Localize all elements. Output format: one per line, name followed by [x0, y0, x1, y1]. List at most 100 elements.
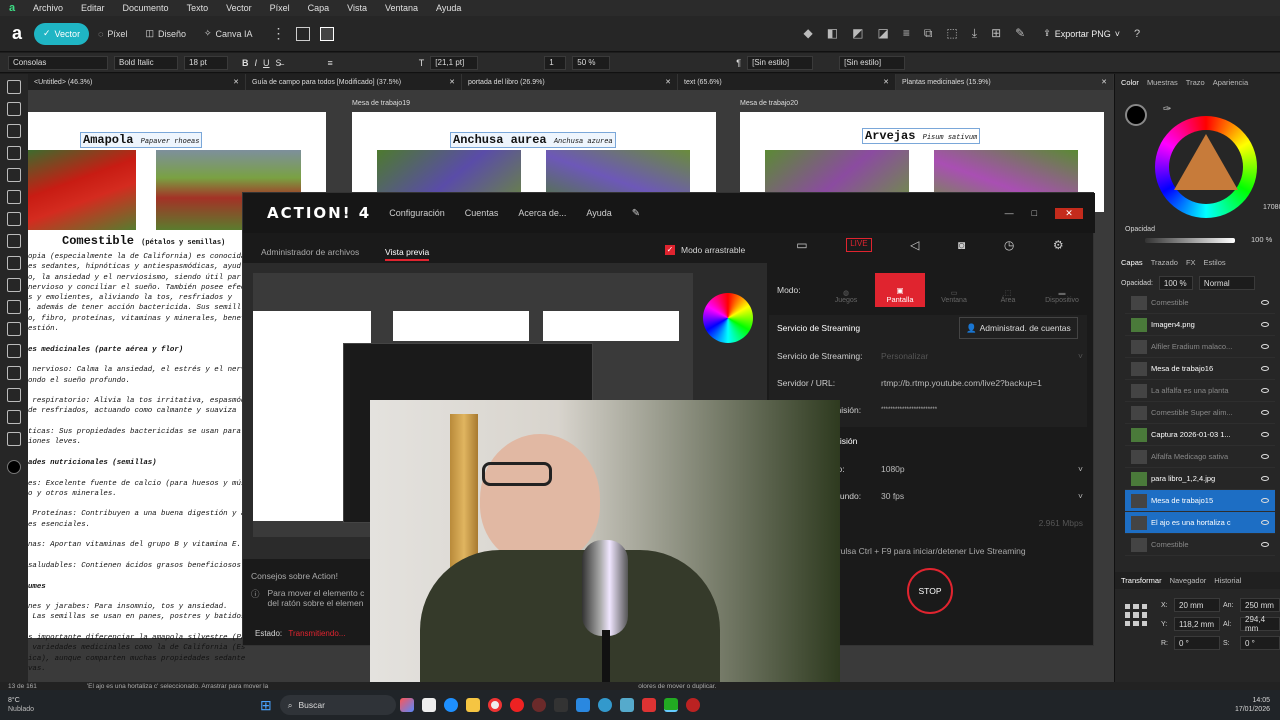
hex-value[interactable]: 170800 — [1263, 204, 1280, 211]
tab-guia[interactable]: Guía de campo para todos [Modificado] (3… — [246, 74, 462, 90]
telegram-icon[interactable] — [597, 698, 612, 712]
menu-documento[interactable]: Documento — [123, 3, 169, 13]
tab-swatches[interactable]: Muestras — [1147, 78, 1178, 87]
maximize-icon[interactable]: □ — [1032, 208, 1037, 218]
brush-icon[interactable]: ✎ — [632, 208, 640, 219]
blend-mode-field[interactable]: Normal — [1198, 276, 1255, 290]
hand-tool-icon[interactable] — [7, 388, 21, 402]
timer-icon[interactable]: ◷ — [1004, 238, 1014, 252]
menu-ventana[interactable]: Ventana — [385, 3, 418, 13]
help-icon[interactable]: ? — [1134, 28, 1140, 40]
mode-window[interactable]: ▭ Ventana — [929, 273, 979, 307]
tab-preview[interactable]: Vista previa — [385, 247, 430, 261]
font-size-field[interactable]: 18 pt — [184, 55, 228, 70]
boolean-add-icon[interactable]: ◆ — [804, 26, 813, 41]
more-icon[interactable]: ⋮ — [272, 25, 286, 42]
layer-item[interactable]: Captura 2026-01-03 1... — [1125, 424, 1275, 446]
strikethrough-icon[interactable]: S̶ — [276, 58, 282, 68]
layer-item[interactable]: La alfalfa es una planta — [1125, 380, 1275, 402]
layer-opacity-field[interactable]: 100 % — [1158, 276, 1193, 290]
rectangle-tool-icon[interactable] — [7, 256, 21, 270]
tab-color[interactable]: Color — [1121, 78, 1139, 87]
drag-mode-checkbox[interactable]: ✓ — [665, 245, 675, 255]
store-icon[interactable] — [619, 698, 634, 712]
eyedropper-icon[interactable]: ✑ — [1163, 104, 1171, 115]
align-icon[interactable]: ≡ — [903, 26, 910, 41]
boolean-xor-icon[interactable]: ◪ — [877, 26, 888, 41]
y-field[interactable]: 118,2 mm — [1174, 617, 1220, 631]
layer-item[interactable]: El ajo es una hortaliza c — [1125, 512, 1275, 534]
zoom-field[interactable]: 50 % — [572, 55, 611, 70]
gradient-tool-icon[interactable] — [7, 212, 21, 226]
minimize-icon[interactable]: — — [1005, 208, 1014, 218]
persona-pixel[interactable]: ◌ Píxel — [89, 23, 136, 45]
height-field[interactable]: 294,4 mm — [1240, 615, 1280, 633]
menu-capa[interactable]: Capa — [308, 3, 330, 13]
layer-item[interactable]: Comestible — [1125, 292, 1275, 314]
tab-history[interactable]: Historial — [1214, 576, 1241, 585]
bold-icon[interactable]: B — [242, 58, 249, 68]
tab-stroke[interactable]: Trazo — [1186, 78, 1205, 87]
character-style-field[interactable]: [Sin estilo] — [839, 55, 906, 70]
tab-file-manager[interactable]: Administrador de archivos — [261, 247, 359, 257]
menu-archivo[interactable]: Archivo — [33, 3, 63, 13]
clock-date[interactable]: 17/01/2026 — [1235, 705, 1270, 714]
live-icon[interactable]: LIVE — [846, 238, 872, 252]
menu-texto[interactable]: Texto — [187, 3, 209, 13]
layer-item[interactable]: Comestible — [1125, 534, 1275, 556]
shear-field[interactable]: 0 ° — [1240, 636, 1280, 650]
color-triangle[interactable] — [1174, 134, 1238, 190]
arrange-icon[interactable]: ⧉ — [924, 26, 933, 41]
color-swatch-icon[interactable] — [7, 460, 21, 474]
rotation-field[interactable]: 0 ° — [1174, 636, 1220, 650]
number-field[interactable]: 1 — [544, 55, 567, 70]
menu-vector[interactable]: Vector — [226, 3, 252, 13]
frame-text-tool-icon[interactable] — [7, 322, 21, 336]
brush-tool-icon[interactable] — [7, 168, 21, 182]
persona-canva-ai[interactable]: ✧ Canva IA — [195, 23, 262, 45]
eye-icon[interactable] — [1261, 366, 1269, 371]
eye-icon[interactable] — [1261, 388, 1269, 393]
menu-ayuda[interactable]: Ayuda — [436, 3, 461, 13]
tab-untitled[interactable]: <Untitled> (46.3%) ✕ — [28, 74, 246, 90]
eye-icon[interactable] — [1261, 300, 1269, 305]
tab-text[interactable]: text (65.6%) ✕ — [678, 74, 896, 90]
stream-key-field[interactable]: ************************ — [881, 407, 1083, 413]
camera-icon[interactable]: ◙ — [958, 238, 965, 252]
tab-appearance[interactable]: Apariencia — [1213, 78, 1248, 87]
affinity-app-icon[interactable] — [531, 698, 546, 712]
layer-item[interactable]: Alfalfa Medicago sativa — [1125, 446, 1275, 468]
stop-button[interactable]: STOP — [907, 568, 953, 614]
mode-screen[interactable]: ▣ Pantalla — [875, 273, 925, 307]
boolean-subtract-icon[interactable]: ◧ — [827, 26, 838, 41]
menu-pixel[interactable]: Píxel — [270, 3, 290, 13]
x-field[interactable]: 20 mm — [1174, 598, 1220, 612]
table-tool-icon[interactable] — [7, 344, 21, 358]
tab-plantas[interactable]: Plantas medicinales (15.9%) ✕ — [896, 74, 1114, 90]
crop-tool-icon[interactable] — [7, 366, 21, 380]
baseline-icon[interactable]: T — [419, 58, 425, 68]
frame-icon[interactable] — [295, 26, 310, 41]
action-menu-config[interactable]: Configuración — [389, 208, 445, 218]
font-style-field[interactable]: Bold Italic — [114, 55, 178, 70]
tracking-field[interactable]: [21,1 pt] — [430, 55, 479, 70]
eye-icon[interactable] — [1261, 432, 1269, 437]
taskbar-search[interactable]: ⌕ Buscar — [279, 695, 396, 715]
action-app-icon[interactable] — [685, 698, 700, 712]
file-explorer-icon[interactable] — [465, 698, 480, 712]
eye-icon[interactable] — [1261, 520, 1269, 525]
font-family-field[interactable]: Consolas — [8, 55, 108, 70]
tab-fx[interactable]: FX — [1186, 258, 1196, 267]
manage-accounts-button[interactable]: 👤 Administrad. de cuentas — [959, 317, 1078, 339]
windows-start-icon[interactable]: ⊞ — [260, 697, 272, 714]
tab-navigator[interactable]: Navegador — [1170, 576, 1207, 585]
video-mode-icon[interactable]: ▭ — [796, 238, 807, 252]
eye-icon[interactable] — [1261, 476, 1269, 481]
fill-tool-icon[interactable] — [7, 190, 21, 204]
mode-area[interactable]: ⬚ Área — [983, 273, 1033, 307]
audio-icon[interactable]: ◁ — [910, 238, 919, 252]
color-wheel[interactable] — [1155, 116, 1257, 218]
transparency-tool-icon[interactable] — [7, 234, 21, 248]
persona-vector[interactable]: ✓ Vector — [34, 22, 90, 45]
opacity-value[interactable]: 100 % — [1251, 235, 1272, 244]
